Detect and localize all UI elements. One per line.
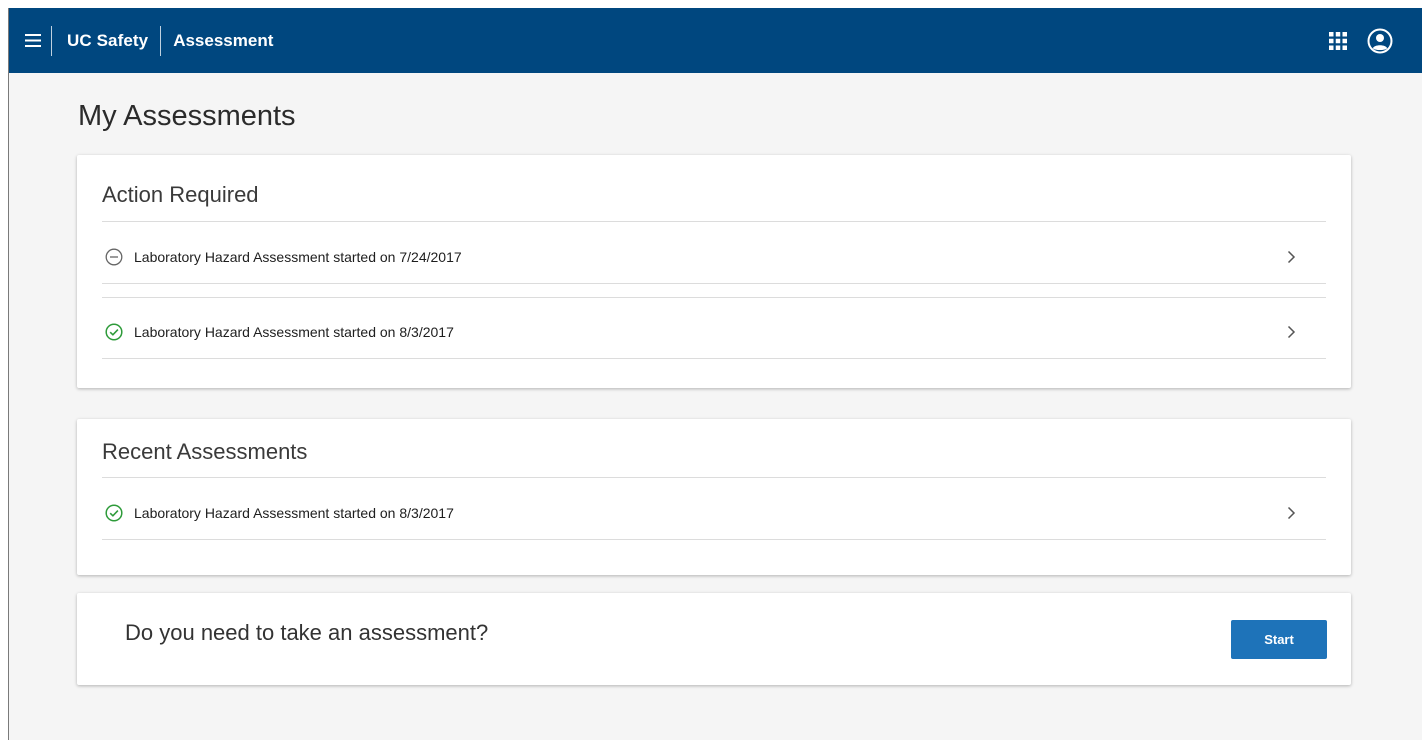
chevron-right-icon[interactable] xyxy=(1287,325,1296,339)
assessment-row[interactable]: Laboratory Hazard Assessment started on … xyxy=(102,233,1326,281)
start-assessment-card: Do you need to take an assessment? Start xyxy=(77,593,1351,685)
start-button[interactable]: Start xyxy=(1231,620,1327,659)
account-circle-icon xyxy=(1367,28,1393,53)
card-title: Action Required xyxy=(102,182,259,207)
header-actions xyxy=(1329,8,1393,73)
apps-button[interactable] xyxy=(1329,31,1347,50)
divider xyxy=(102,358,1326,359)
hamburger-icon xyxy=(25,34,41,47)
divider xyxy=(102,477,1326,478)
start-prompt: Do you need to take an assessment? xyxy=(125,620,489,645)
chevron-right-icon[interactable] xyxy=(1287,506,1296,520)
divider xyxy=(102,283,1326,284)
top-app-bar: UC Safety Assessment xyxy=(9,8,1422,73)
recent-assessments-card: Recent Assessments Laboratory Hazard Ass… xyxy=(77,419,1351,575)
divider xyxy=(102,297,1326,298)
divider xyxy=(102,539,1326,540)
minus-circle-icon xyxy=(104,247,124,267)
assessment-label: Laboratory Hazard Assessment started on … xyxy=(134,505,454,521)
account-button[interactable] xyxy=(1367,28,1393,54)
card-title: Recent Assessments xyxy=(102,439,308,464)
page-title: My Assessments xyxy=(78,100,296,132)
apps-grid-icon xyxy=(1329,31,1347,50)
check-circle-icon xyxy=(104,322,124,342)
assessment-label: Laboratory Hazard Assessment started on … xyxy=(134,249,462,265)
assessment-row[interactable]: Laboratory Hazard Assessment started on … xyxy=(102,308,1326,356)
action-required-card: Action Required Laboratory Hazard Assess… xyxy=(77,155,1351,388)
assessment-row[interactable]: Laboratory Hazard Assessment started on … xyxy=(102,489,1326,537)
app-name[interactable]: UC Safety xyxy=(52,31,160,51)
chevron-right-icon[interactable] xyxy=(1287,250,1296,264)
divider xyxy=(102,221,1326,222)
check-circle-icon xyxy=(104,503,124,523)
app-frame: UC Safety Assessment My Assessments Acti… xyxy=(8,8,1422,740)
assessment-label: Laboratory Hazard Assessment started on … xyxy=(134,324,454,340)
menu-button[interactable] xyxy=(9,8,51,73)
section-title: Assessment xyxy=(173,30,274,50)
